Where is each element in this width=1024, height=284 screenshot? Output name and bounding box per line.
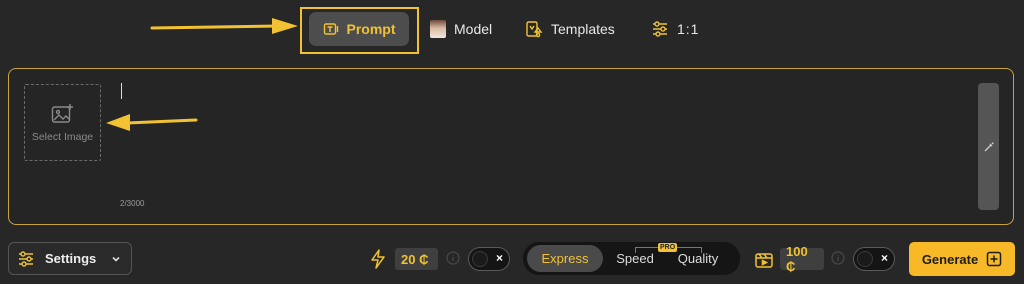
character-count: 2/3000 bbox=[120, 199, 145, 208]
text-box-icon bbox=[323, 21, 339, 37]
tab-ratio-label: 1:1 bbox=[677, 21, 700, 37]
generate-button[interactable]: Generate bbox=[909, 242, 1015, 276]
generate-label: Generate bbox=[921, 251, 979, 267]
mode-express[interactable]: Express bbox=[527, 245, 603, 272]
prompt-textarea[interactable] bbox=[119, 79, 959, 189]
arrow-pointer-icon bbox=[104, 110, 200, 139]
templates-icon bbox=[525, 20, 543, 38]
toggle-knob bbox=[472, 251, 488, 267]
add-image-icon bbox=[51, 103, 75, 125]
select-image-label: Select Image bbox=[31, 130, 94, 143]
enhance-prompt-handle[interactable] bbox=[978, 83, 999, 210]
generation-mode-selector: Express Speed Quality bbox=[523, 242, 740, 275]
sliders-icon bbox=[17, 250, 35, 268]
tab-templates[interactable]: Templates bbox=[525, 12, 615, 46]
express-credit-cost: 20 ₵ bbox=[395, 248, 438, 270]
model-avatar bbox=[430, 20, 446, 38]
settings-label: Settings bbox=[45, 251, 97, 266]
tab-prompt-label: Prompt bbox=[346, 21, 396, 37]
toggle-knob bbox=[857, 251, 873, 267]
info-icon[interactable] bbox=[446, 251, 460, 265]
text-cursor bbox=[121, 83, 122, 99]
settings-button[interactable]: Settings bbox=[8, 242, 132, 275]
video-clapper-icon bbox=[754, 249, 774, 269]
arrow-pointer-icon bbox=[150, 14, 300, 43]
toggle-off-icon: × bbox=[880, 251, 888, 265]
lightning-icon bbox=[369, 249, 387, 269]
tab-model-label: Model bbox=[454, 21, 493, 37]
magic-wand-icon bbox=[983, 141, 995, 153]
sliders-icon bbox=[651, 20, 669, 38]
prompt-editor-panel: Select Image 2/3000 bbox=[8, 68, 1014, 225]
pro-badge: PRO bbox=[658, 243, 678, 252]
express-toggle[interactable]: × bbox=[468, 247, 510, 271]
tab-templates-label: Templates bbox=[551, 21, 615, 37]
video-toggle[interactable]: × bbox=[853, 247, 895, 271]
chevron-down-icon bbox=[110, 253, 122, 265]
tab-model[interactable]: Model bbox=[430, 12, 492, 46]
video-credit-cost: 100 ₵ bbox=[780, 244, 824, 274]
info-icon[interactable] bbox=[831, 251, 845, 265]
plus-box-icon bbox=[986, 251, 1002, 267]
top-tab-bar: Prompt Model Templates 1:1 bbox=[0, 0, 1024, 56]
tab-aspect-ratio[interactable]: 1:1 bbox=[651, 12, 699, 46]
select-image-button[interactable]: Select Image bbox=[24, 84, 101, 161]
tab-prompt[interactable]: Prompt bbox=[309, 12, 409, 46]
toggle-off-icon: × bbox=[495, 251, 503, 265]
